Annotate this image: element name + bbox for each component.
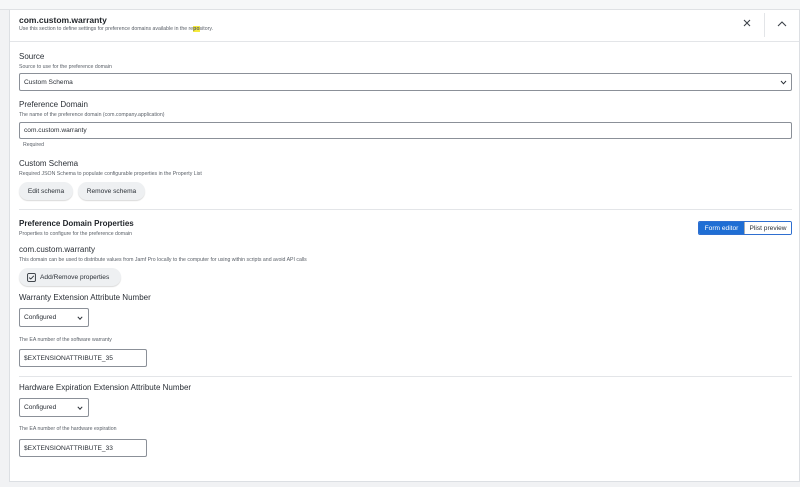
warranty-ea-help: The EA number of the software warranty: [19, 337, 112, 343]
close-icon: [743, 19, 751, 27]
required-note: Required: [23, 142, 45, 148]
warranty-ea-label: Warranty Extension Attribute Number: [19, 293, 151, 302]
panel-title: com.custom.warranty: [19, 15, 107, 25]
panel-subtitle: Use this section to define settings for …: [19, 26, 213, 32]
hardware-ea-label: Hardware Expiration Extension Attribute …: [19, 383, 192, 392]
custom-schema-help: Required JSON Schema to populate configu…: [19, 171, 202, 177]
domain-name: com.custom.warranty: [19, 245, 96, 254]
chevron-down-icon: [77, 405, 83, 410]
properties-heading: Preference Domain Properties: [19, 219, 134, 228]
close-button[interactable]: [739, 15, 755, 31]
domain-description: This domain can be used to distribute va…: [19, 257, 307, 263]
field-divider: [19, 376, 792, 377]
collapse-button[interactable]: [774, 16, 790, 32]
source-select[interactable]: Custom Schema: [19, 73, 792, 91]
panel-header: com.custom.warranty Use this section to …: [10, 10, 799, 42]
source-help: Source to use for the preference domain: [19, 64, 112, 70]
warranty-ea-state-select[interactable]: Configured: [19, 308, 89, 327]
preference-domain-label: Preference Domain: [19, 100, 88, 109]
properties-help: Properties to configure for the preferen…: [19, 231, 133, 237]
preference-domain-panel: com.custom.warranty Use this section to …: [9, 10, 800, 482]
edit-schema-button[interactable]: Edit schema: [19, 182, 73, 200]
add-remove-properties-button[interactable]: Add/Remove properties: [19, 268, 121, 286]
header-divider: [764, 13, 765, 37]
hardware-ea-input[interactable]: $EXTENSIONATTRIBUTE_33: [19, 439, 147, 457]
preference-domain-input[interactable]: com.custom.warranty: [19, 122, 792, 139]
remove-schema-button[interactable]: Remove schema: [78, 182, 145, 200]
subtitle-text: Use this section to define settings for …: [19, 26, 194, 32]
warranty-ea-state: Configured: [24, 314, 57, 321]
hardware-ea-help: The EA number of the hardware expiration: [19, 426, 117, 432]
top-bar: [0, 0, 800, 10]
chevron-down-icon: [77, 315, 83, 320]
subtitle-text-end: sitory.: [199, 26, 213, 32]
section-divider: [19, 209, 792, 210]
add-remove-properties-label: Add/Remove properties: [40, 273, 110, 281]
preference-domain-help: The name of the preference domain (com.c…: [19, 112, 165, 118]
tab-form-editor[interactable]: Form editor: [699, 222, 745, 234]
tab-plist-preview[interactable]: Plist preview: [744, 222, 791, 234]
view-toggle: Form editor Plist preview: [698, 221, 792, 235]
source-label: Source: [19, 52, 45, 61]
custom-schema-label: Custom Schema: [19, 159, 79, 168]
chevron-up-icon: [777, 21, 787, 27]
source-selected: Custom Schema: [24, 78, 73, 86]
hardware-ea-state: Configured: [24, 404, 57, 411]
checkbox-list-icon: [27, 272, 36, 282]
warranty-ea-input[interactable]: $EXTENSIONATTRIBUTE_35: [19, 349, 147, 367]
chevron-down-icon: [780, 80, 787, 85]
hardware-ea-state-select[interactable]: Configured: [19, 398, 89, 417]
